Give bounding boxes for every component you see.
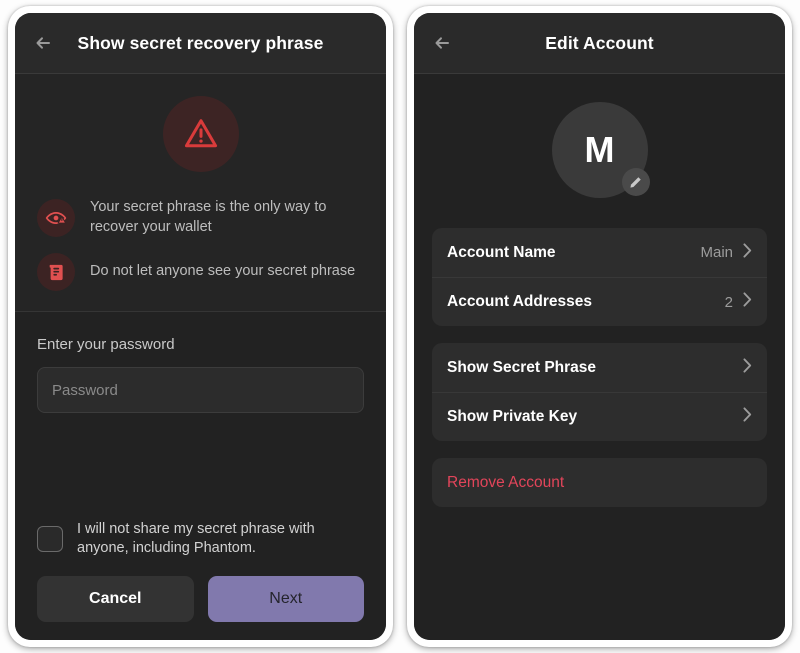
pencil-icon[interactable] [621, 168, 650, 196]
danger-group: Remove Account [432, 458, 767, 507]
left-phone-frame: Show secret recovery phrase Your secret … [8, 6, 393, 647]
edit-account-screen: Edit Account M Account Name Main Account… [414, 13, 785, 640]
row-remove-account[interactable]: Remove Account [432, 458, 767, 507]
eye-warning-icon [37, 198, 75, 237]
next-button[interactable]: Next [207, 576, 364, 622]
warning-item: Do not let anyone see your secret phrase [37, 253, 364, 292]
avatar-wrap: M [432, 74, 767, 228]
password-input[interactable] [37, 367, 364, 414]
account-info-group: Account Name Main Account Addresses 2 [432, 228, 767, 326]
avatar[interactable]: M [551, 102, 650, 198]
back-button[interactable] [426, 27, 458, 59]
show-recovery-phrase-screen: Show secret recovery phrase Your secret … [15, 13, 386, 640]
chevron-right-icon [743, 292, 752, 312]
row-show-private-key[interactable]: Show Private Key [432, 392, 767, 441]
chevron-right-icon [743, 242, 752, 263]
consent-row[interactable]: I will not share my secret phrase with a… [37, 520, 364, 559]
row-value: Main [700, 244, 733, 261]
screenshot-stage: Show secret recovery phrase Your secret … [0, 0, 800, 653]
warning-item-text: Do not let anyone see your secret phrase [90, 263, 356, 280]
avatar-initial: M [584, 129, 615, 170]
arrow-left-icon [432, 33, 452, 53]
row-label: Show Secret Phrase [447, 358, 597, 376]
row-account-addresses[interactable]: Account Addresses 2 [432, 277, 767, 326]
arrow-left-icon [33, 33, 53, 53]
left-footer: I will not share my secret phrase with a… [15, 519, 386, 640]
right-header: Edit Account [414, 13, 785, 74]
password-section: Enter your password [15, 312, 386, 520]
consent-checkbox[interactable] [37, 526, 63, 553]
warning-item: Your secret phrase is the only way to re… [37, 198, 364, 237]
scroll-document-icon [37, 253, 75, 292]
warning-section: Your secret phrase is the only way to re… [15, 74, 386, 313]
cancel-button[interactable]: Cancel [37, 576, 194, 622]
row-show-secret-phrase[interactable]: Show Secret Phrase [432, 343, 767, 392]
row-label: Account Name [447, 243, 556, 261]
row-label: Account Addresses [447, 293, 592, 310]
password-label: Enter your password [37, 336, 175, 354]
back-button[interactable] [27, 27, 59, 59]
row-account-name[interactable]: Account Name Main [432, 228, 767, 277]
action-buttons: Cancel Next [37, 576, 364, 622]
page-title: Show secret recovery phrase [77, 32, 324, 53]
row-label: Show Private Key [447, 408, 578, 425]
chevron-right-icon [743, 407, 752, 427]
left-header: Show secret recovery phrase [15, 13, 386, 74]
security-group: Show Secret Phrase Show Private Key [432, 343, 767, 441]
right-phone-frame: Edit Account M Account Name Main Account… [407, 6, 792, 647]
chevron-right-icon [743, 357, 752, 378]
page-title: Edit Account [545, 32, 654, 53]
hero-icon-wrap [37, 96, 364, 172]
consent-label: I will not share my secret phrase with a… [77, 520, 315, 557]
warning-triangle-icon [162, 96, 239, 172]
warning-item-text: Your secret phrase is the only way to re… [90, 199, 327, 235]
edit-account-body: M Account Name Main Account Addresses 2 … [414, 74, 785, 640]
remove-account-label: Remove Account [447, 473, 565, 491]
row-value: 2 [724, 293, 733, 311]
